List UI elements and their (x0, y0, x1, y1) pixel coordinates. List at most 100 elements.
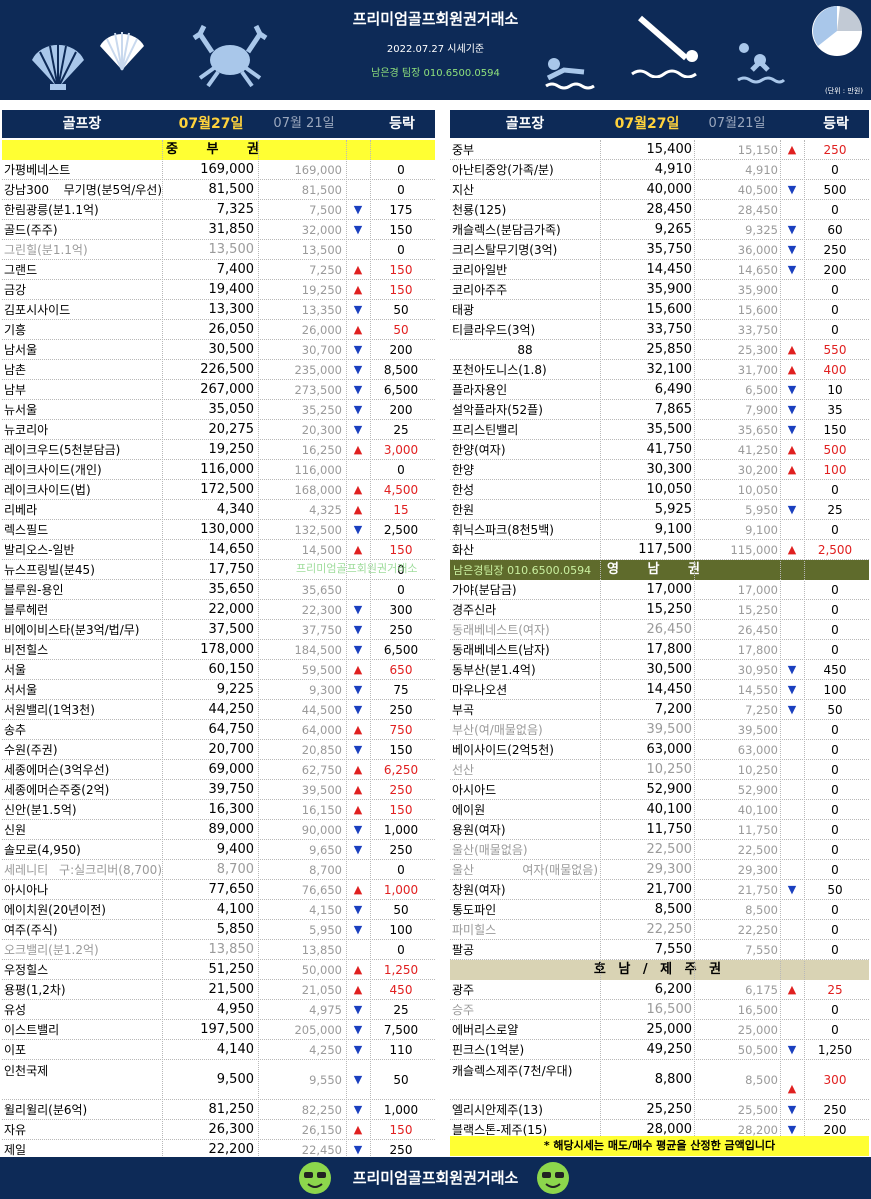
price-current: 4,140 (216, 1042, 254, 1057)
price-previous: 39,500 (737, 723, 778, 737)
down-arrow-icon: ▼ (787, 223, 797, 236)
course-name: 윌리윌리(분6억) (4, 1103, 88, 1117)
price-previous: 64,000 (301, 723, 342, 737)
price-current: 29,300 (646, 862, 693, 877)
down-arrow-icon: ▼ (353, 223, 363, 236)
course-name: 아시아나 (4, 883, 49, 897)
price-current: 5,925 (654, 502, 692, 517)
price-change: 1,000 (383, 823, 419, 837)
down-arrow-icon: ▼ (353, 623, 363, 636)
course-name: 베이사이드(2억5천) (452, 743, 554, 757)
price-previous: 21,750 (737, 883, 778, 897)
down-arrow-icon: ▼ (353, 923, 363, 936)
price-current: 4,100 (216, 902, 254, 917)
price-current: 15,250 (646, 602, 693, 617)
table-row: 한양(여자) 41,750 41,250 ▲ 500 (450, 440, 869, 460)
down-arrow-icon: ▼ (787, 703, 797, 716)
price-current: 22,500 (646, 842, 693, 857)
no-change-marker (346, 240, 370, 260)
price-previous: 6,500 (745, 383, 778, 397)
price-previous: 21,050 (301, 983, 342, 997)
price-change: 25 (393, 423, 409, 437)
price-change: 0 (397, 183, 405, 197)
up-arrow-icon: ▲ (787, 143, 797, 156)
course-name: 세종에머슨(3억우선) (4, 763, 110, 777)
up-arrow-icon: ▲ (353, 963, 363, 976)
course-name: 화산 (452, 543, 475, 557)
no-change-marker (346, 180, 370, 200)
price-change: 250 (389, 623, 413, 637)
no-change-marker (346, 940, 370, 960)
table-row: 캐슬렉스제주(7천/우대) 8,800 8,500 ▲ 300 (450, 1060, 869, 1100)
price-previous: 90,000 (301, 823, 342, 837)
up-arrow-icon: ▲ (353, 263, 363, 276)
price-change: 450 (823, 663, 847, 677)
price-previous: 15,250 (737, 603, 778, 617)
table-row: 에이원 40,100 40,100 0 (450, 800, 869, 820)
price-current: 26,050 (208, 322, 255, 337)
table-row: 캐슬렉스(분담금가족) 9,265 9,325 ▼ 60 (450, 220, 869, 240)
price-current: 13,300 (208, 302, 255, 317)
course-name: 이스트밸리 (4, 1023, 60, 1037)
price-change: 2,500 (383, 523, 419, 537)
course-name: 블루헤런 (4, 603, 49, 617)
course-name: 세레니티 구:실크리버(8,700) (4, 863, 162, 877)
table-row: 베이사이드(2억5천) 63,000 63,000 0 (450, 740, 869, 760)
table-row: 코리아주주 35,900 35,900 0 (450, 280, 869, 300)
price-current: 35,500 (646, 422, 693, 437)
table-row: 프리스틴밸리 35,500 35,650 ▼ 150 (450, 420, 869, 440)
price-previous: 15,600 (737, 303, 778, 317)
price-change: 1,250 (383, 963, 419, 977)
price-change: 750 (389, 723, 413, 737)
price-current: 197,500 (200, 1022, 254, 1037)
no-change-marker (780, 1020, 804, 1040)
course-name: 뉴서울 (4, 403, 38, 417)
price-previous: 4,250 (309, 1043, 342, 1057)
price-change: 550 (823, 343, 847, 357)
price-change: 0 (397, 863, 405, 877)
down-arrow-icon: ▼ (787, 383, 797, 396)
table-row: 핀크스(1억분) 49,250 50,500 ▼ 1,250 (450, 1040, 869, 1060)
price-current: 19,250 (208, 442, 255, 457)
price-previous: 26,150 (301, 1123, 342, 1137)
price-previous: 15,150 (737, 143, 778, 157)
price-previous: 76,650 (301, 883, 342, 897)
course-name: 서울 (4, 663, 27, 677)
price-change: 0 (831, 483, 839, 497)
price-change: 1,250 (817, 1043, 853, 1057)
price-current: 81,500 (208, 182, 255, 197)
down-arrow-icon: ▼ (353, 343, 363, 356)
price-previous: 7,500 (309, 203, 342, 217)
price-change: 50 (393, 303, 409, 317)
course-name: 울산(매물없음) (452, 843, 528, 857)
table-row: 동부산(분1.4억) 30,500 30,950 ▼ 450 (450, 660, 869, 680)
price-change: 0 (397, 583, 405, 597)
down-arrow-icon: ▼ (787, 883, 797, 896)
price-current: 26,300 (208, 1122, 255, 1137)
price-previous: 22,500 (737, 843, 778, 857)
table-row: 창원(여자) 21,700 21,750 ▼ 50 (450, 880, 869, 900)
price-previous: 22,300 (301, 603, 342, 617)
price-current: 21,700 (646, 882, 693, 897)
course-name: 남서울 (4, 343, 38, 357)
price-current: 30,500 (208, 342, 255, 357)
price-change: 6,500 (383, 383, 419, 397)
price-previous: 35,900 (737, 283, 778, 297)
down-arrow-icon: ▼ (353, 843, 363, 856)
price-current: 60,150 (208, 662, 255, 677)
price-previous: 184,500 (294, 643, 342, 657)
down-arrow-icon: ▼ (787, 663, 797, 676)
no-change-marker (780, 740, 804, 760)
course-name: 아난티중앙(가족/분) (452, 163, 554, 177)
down-arrow-icon: ▼ (787, 503, 797, 516)
price-current: 178,000 (200, 642, 254, 657)
price-previous: 9,300 (309, 683, 342, 697)
price-date: 2022.07.27 시세기준 (386, 44, 485, 55)
price-change: 150 (389, 803, 413, 817)
up-arrow-icon: ▲ (787, 1082, 797, 1095)
up-arrow-icon: ▲ (353, 503, 363, 516)
col-date-previous: 07월21일 (708, 116, 766, 131)
table-row: 아난티중앙(가족/분) 4,910 4,910 0 (450, 160, 869, 180)
course-name: 한양 (452, 463, 475, 477)
course-name: 플라자용인 (452, 383, 508, 397)
